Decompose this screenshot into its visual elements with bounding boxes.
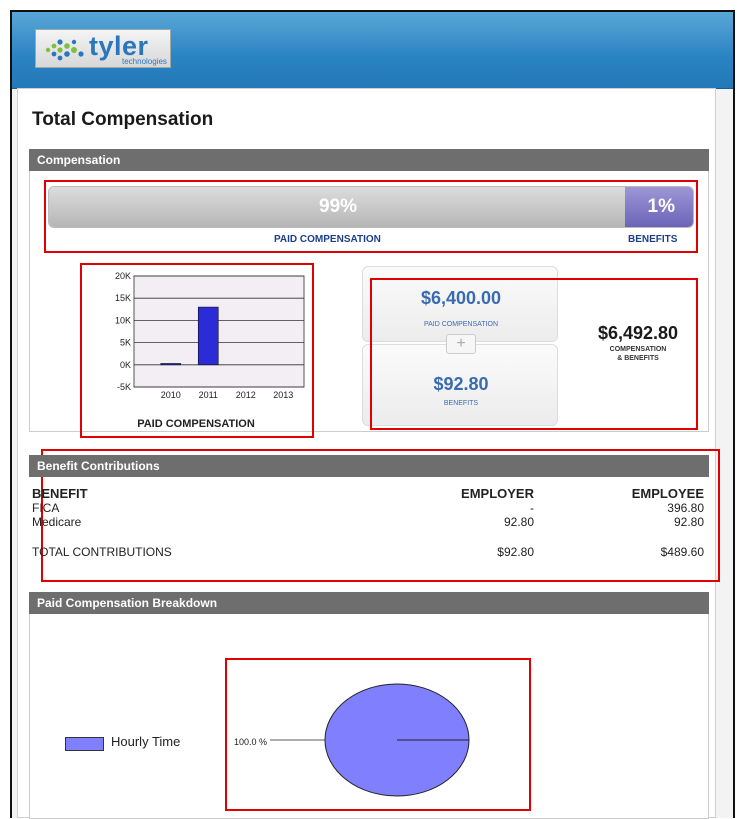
total-employer: $92.80 bbox=[497, 545, 534, 559]
paid-compensation-bar-chart: 20K 15K 10K 5K 0K -5K 2010 2011 2012 2013 bbox=[115, 271, 305, 400]
benefits-section-header: Benefit Contributions bbox=[29, 455, 709, 477]
benefits-amount: $92.80 bbox=[433, 374, 489, 394]
app-header: tyler technologies bbox=[12, 12, 733, 89]
y-tick-label: 0K bbox=[120, 360, 131, 370]
employer-value: - bbox=[530, 501, 534, 515]
plot-area bbox=[133, 275, 305, 388]
paid-amount-label: PAID COMPENSATION bbox=[423, 321, 499, 328]
table-header-row: BENEFIT EMPLOYER EMPLOYEE bbox=[32, 485, 704, 501]
benefit-name: FICA bbox=[32, 501, 60, 515]
y-tick-label: 10K bbox=[115, 315, 131, 325]
total-label-line1: COMPENSATION bbox=[609, 346, 667, 353]
x-tick-label: 2011 bbox=[199, 390, 218, 400]
column-header: BENEFIT bbox=[32, 485, 88, 501]
page-title: Total Compensation bbox=[32, 109, 214, 130]
y-tick-label: -5K bbox=[117, 382, 131, 392]
total-amount: $6,492.80 bbox=[597, 323, 679, 343]
paid-ratio-label: PAID COMPENSATION bbox=[274, 234, 381, 245]
plus-icon: + bbox=[446, 334, 476, 354]
benefits-percent: 1% bbox=[647, 196, 675, 217]
y-tick-label: 15K bbox=[115, 293, 131, 303]
pie-slice-label: 100.0 % bbox=[234, 737, 268, 747]
tyler-dots-icon bbox=[45, 39, 84, 61]
paid-percent: 99% bbox=[319, 196, 358, 217]
benefits-amount-label: BENEFITS bbox=[443, 400, 479, 407]
legend-label-hourly-time: Hourly Time bbox=[111, 734, 181, 749]
bar-2010 bbox=[160, 363, 182, 366]
employee-value: 396.80 bbox=[667, 501, 704, 515]
total-label-line2: & BENEFITS bbox=[617, 355, 659, 362]
legend-swatch-hourly-time bbox=[65, 737, 104, 751]
total-employee: $489.60 bbox=[660, 545, 704, 559]
y-tick-label: 20K bbox=[115, 271, 131, 281]
bar-2011 bbox=[197, 306, 219, 366]
y-tick-label: 5K bbox=[120, 338, 131, 348]
benefits-ratio-label: BENEFITS bbox=[628, 234, 678, 245]
benefit-name: Medicare bbox=[32, 515, 82, 529]
x-tick-label: 2012 bbox=[236, 390, 256, 400]
compensation-ratio-bar: 99% 1% bbox=[48, 186, 694, 228]
breakdown-section-header: Paid Compensation Breakdown bbox=[29, 592, 709, 614]
total-row: TOTAL CONTRIBUTIONS $92.80 $489.60 bbox=[32, 545, 704, 559]
table-row: FICA - 396.80 bbox=[32, 501, 704, 515]
total-label: TOTAL CONTRIBUTIONS bbox=[32, 545, 172, 559]
x-tick-label: 2010 bbox=[161, 390, 181, 400]
main-content: Total Compensation Compensation 99% 1% P… bbox=[17, 88, 720, 819]
x-tick-label: 2013 bbox=[273, 390, 293, 400]
employee-value: 92.80 bbox=[673, 515, 704, 529]
paid-amount: $6,400.00 bbox=[420, 288, 502, 308]
breakdown-pie-chart bbox=[270, 683, 470, 797]
column-header: EMPLOYEE bbox=[631, 485, 704, 501]
compensation-section-header: Compensation bbox=[29, 149, 709, 171]
employer-value: 92.80 bbox=[503, 515, 534, 529]
tyler-logo[interactable]: tyler technologies bbox=[35, 29, 171, 68]
column-header: EMPLOYER bbox=[461, 485, 534, 501]
bar-chart-title: PAID COMPENSATION bbox=[137, 418, 255, 430]
table-row: Medicare 92.80 92.80 bbox=[32, 515, 704, 529]
logo-subtext: technologies bbox=[122, 57, 167, 66]
benefits-table: BENEFIT EMPLOYER EMPLOYEE FICA - 396.80 … bbox=[32, 485, 704, 560]
